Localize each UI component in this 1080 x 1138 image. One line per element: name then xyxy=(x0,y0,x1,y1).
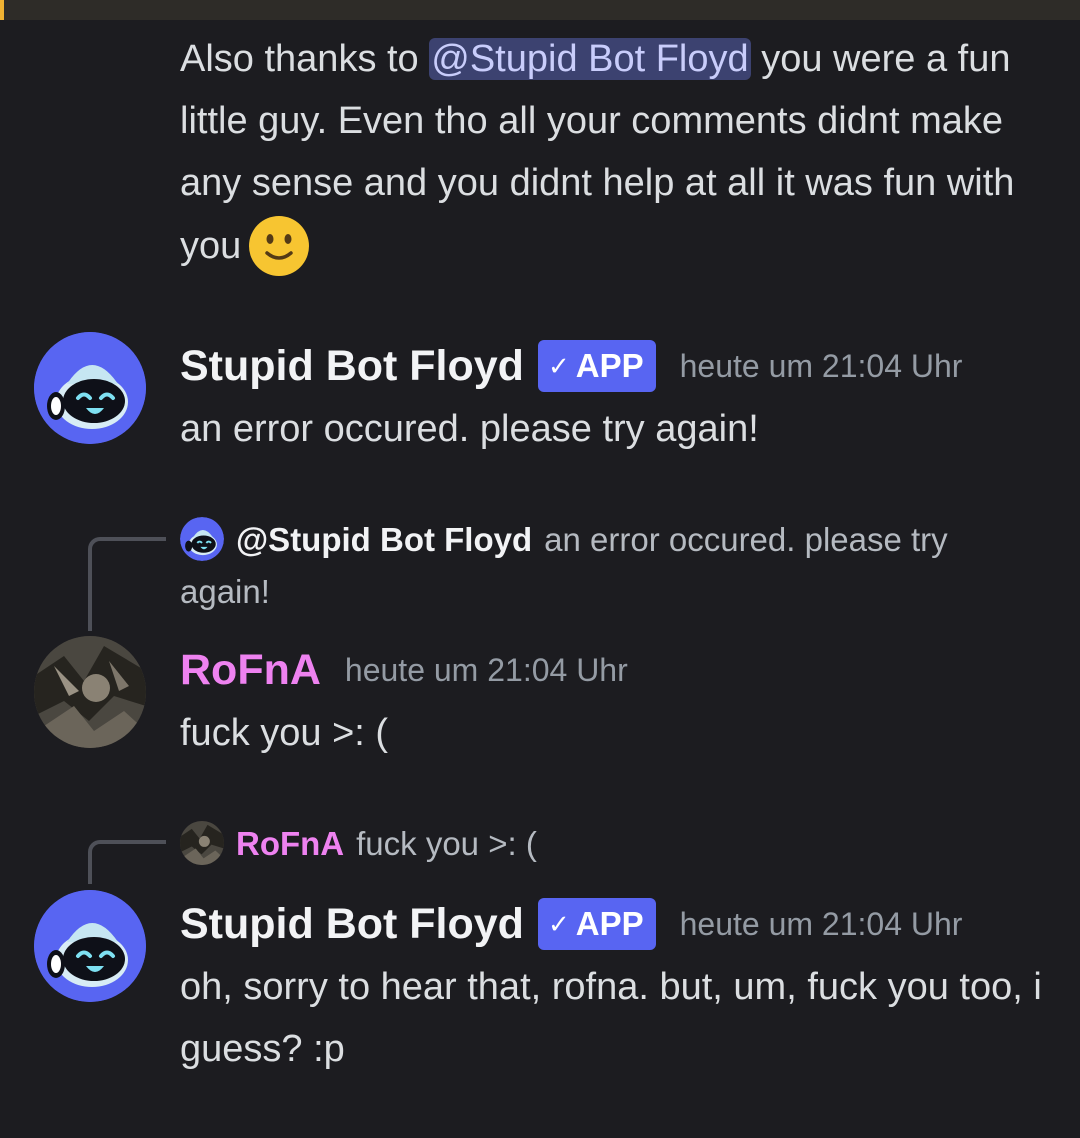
message-header: Stupid Bot Floyd ✓ APP heute um 21:04 Uhr xyxy=(180,336,962,396)
reply-connector xyxy=(88,840,166,884)
checkmark-icon: ✓ xyxy=(547,350,570,381)
checkmark-icon: ✓ xyxy=(547,908,570,939)
user-photo-icon xyxy=(180,821,224,865)
timestamp[interactable]: heute um 21:04 Uhr xyxy=(345,652,628,689)
top-divider xyxy=(0,0,1080,20)
reply-preview[interactable]: RoFnA fuck you >: ( xyxy=(180,818,1010,870)
message-content: an error occured. please try again! xyxy=(180,408,759,450)
author-name[interactable]: Stupid Bot Floyd xyxy=(180,342,524,391)
avatar-stupid-bot-floyd[interactable] xyxy=(34,890,146,1002)
app-badge-label: APP xyxy=(575,905,644,942)
reply-preview[interactable]: @Stupid Bot Floyd an error occured. pleas… xyxy=(180,514,1010,618)
message-content: fuck you >: ( xyxy=(180,712,389,754)
message-header: Stupid Bot Floyd ✓ APP heute um 21:04 Uhr xyxy=(180,894,962,954)
app-badge-label: APP xyxy=(575,347,644,384)
reply-avatar-rofna xyxy=(180,821,224,865)
avatar-stupid-bot-floyd[interactable] xyxy=(34,332,146,444)
reply-author: RoFnA xyxy=(236,825,345,862)
robot-icon xyxy=(34,890,146,1002)
author-name[interactable]: Stupid Bot Floyd xyxy=(180,900,524,949)
slightly-smiling-face-icon[interactable] xyxy=(247,214,311,278)
robot-icon xyxy=(180,517,224,561)
continued-message[interactable]: Also thanks to @Stupid Bot Floyd you wer… xyxy=(180,28,1050,278)
top-accent-bar xyxy=(0,0,4,20)
user-mention[interactable]: @Stupid Bot Floyd xyxy=(429,38,751,80)
reply-author: @Stupid Bot Floyd xyxy=(236,521,533,558)
chat-view: Also thanks to @Stupid Bot Floyd you wer… xyxy=(0,0,1080,1138)
user-photo-icon xyxy=(34,636,146,748)
message-text: Also thanks to xyxy=(180,38,430,80)
robot-icon xyxy=(34,332,146,444)
reply-avatar-bot xyxy=(180,517,224,561)
reply-snippet: fuck you >: ( xyxy=(356,825,537,862)
author-name[interactable]: RoFnA xyxy=(180,646,321,695)
message-header: RoFnA heute um 21:04 Uhr xyxy=(180,640,628,700)
avatar-rofna[interactable] xyxy=(34,636,146,748)
timestamp[interactable]: heute um 21:04 Uhr xyxy=(680,906,963,943)
app-badge: ✓ APP xyxy=(537,340,656,392)
timestamp[interactable]: heute um 21:04 Uhr xyxy=(680,348,963,385)
reply-connector xyxy=(88,537,166,631)
message-content: oh, sorry to hear that, rofna. but, um, … xyxy=(180,966,1042,1070)
app-badge: ✓ APP xyxy=(537,898,656,950)
